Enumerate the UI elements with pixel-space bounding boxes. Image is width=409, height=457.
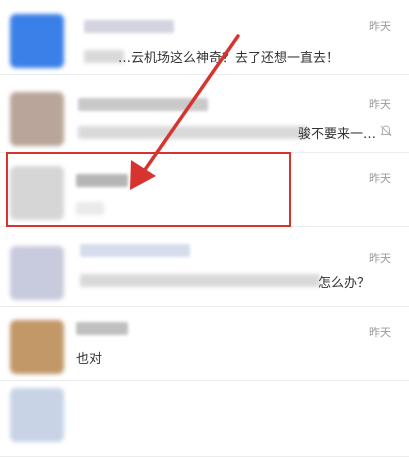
chat-row-5[interactable]: 也对 昨天 bbox=[0, 308, 409, 381]
highlight-box bbox=[6, 152, 291, 227]
contact-name-blurred bbox=[78, 98, 208, 111]
avatar bbox=[10, 246, 64, 300]
timestamp: 昨天 bbox=[369, 252, 391, 265]
message-prefix-blurred bbox=[78, 126, 308, 139]
contact-name-blurred bbox=[76, 322, 128, 335]
timestamp: 昨天 bbox=[369, 98, 391, 111]
chat-row-1[interactable]: …云机场这么神奇？去了还想一直去！ 昨天 bbox=[0, 2, 409, 75]
message-prefix-blurred bbox=[80, 274, 320, 287]
avatar bbox=[10, 92, 64, 146]
timestamp: 昨天 bbox=[369, 326, 391, 339]
timestamp: 昨天 bbox=[369, 172, 391, 185]
message-preview: 怎么办？ bbox=[318, 276, 371, 291]
contact-name-blurred bbox=[80, 244, 190, 257]
timestamp: 昨天 bbox=[369, 20, 391, 33]
message-preview: …云机场这么神奇？去了还想一直去！ bbox=[118, 51, 340, 66]
message-preview: 骏不要来一… bbox=[298, 127, 377, 142]
mute-bell-icon bbox=[380, 125, 392, 137]
chat-row-4[interactable]: 怎么办？ 昨天 bbox=[0, 234, 409, 307]
message-preview: 也对 bbox=[76, 352, 103, 367]
avatar bbox=[10, 320, 64, 374]
avatar bbox=[10, 14, 64, 68]
avatar bbox=[10, 388, 64, 442]
chat-row-6[interactable] bbox=[0, 384, 409, 457]
contact-name-blurred bbox=[84, 20, 174, 33]
chat-row-2[interactable]: 骏不要来一… 昨天 bbox=[0, 80, 409, 153]
